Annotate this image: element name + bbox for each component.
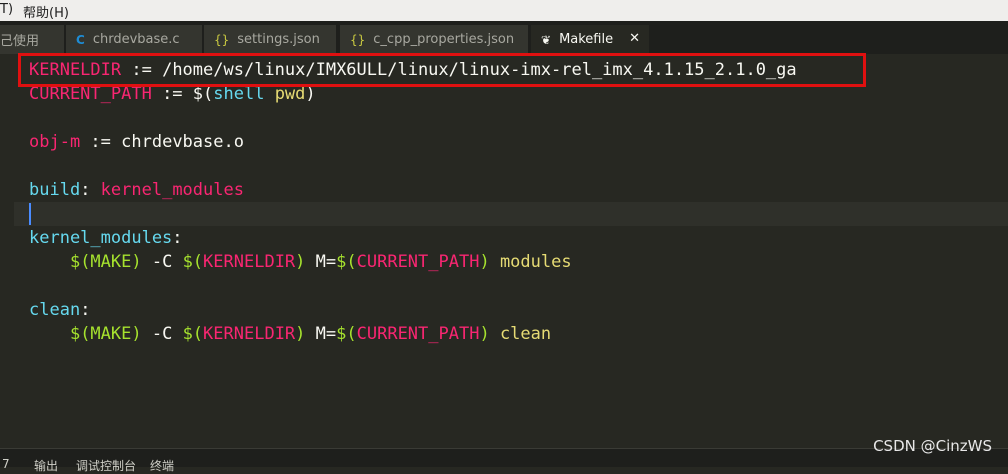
tab-chrdevbase[interactable]: C chrdevbase.c xyxy=(66,25,202,54)
dollar-paren: $( xyxy=(336,324,357,344)
tab-c-cpp-properties-label: c_cpp_properties.json xyxy=(373,32,515,47)
annotation-highlight-box xyxy=(18,53,866,87)
code-editor[interactable]: KERNELDIR := /home/ws/linux/IMX6ULL/linu… xyxy=(0,54,1008,448)
make-target-clean: clean xyxy=(489,324,552,344)
editor-gutter xyxy=(0,54,14,448)
tab-makefile-label: Makefile xyxy=(559,32,614,47)
ref-kerneldir: KERNELDIR xyxy=(203,324,296,344)
tab-settings-json[interactable]: {} settings.json xyxy=(204,25,336,54)
make-flag: -C xyxy=(141,324,183,344)
shell-function: shell xyxy=(213,84,265,104)
ref-kerneldir: KERNELDIR xyxy=(203,252,296,272)
ref-current-path: CURRENT_PATH xyxy=(356,252,480,272)
close-paren: ) xyxy=(295,324,306,344)
close-paren: ) xyxy=(479,252,490,272)
panel-tab-partial[interactable]: 7 xyxy=(2,457,10,471)
code-line-4: obj-m := chrdevbase.o xyxy=(29,130,244,154)
json-file-icon: {} xyxy=(214,32,230,47)
close-paren: ) xyxy=(305,84,316,104)
current-line-highlight xyxy=(14,202,1008,226)
var-current-path: CURRENT_PATH xyxy=(29,84,152,104)
dollar-paren: $( xyxy=(336,252,357,272)
code-line-9: kernel_modules: xyxy=(29,226,183,250)
dollar-paren: $( xyxy=(192,84,214,104)
target-colon: : xyxy=(80,180,101,200)
json-file-icon: {} xyxy=(350,32,366,47)
dollar-paren: $( xyxy=(182,324,204,344)
make-target-modules: modules xyxy=(489,252,572,272)
var-obj-m: obj-m xyxy=(29,132,81,152)
text-cursor xyxy=(29,203,31,225)
code-line-12: clean: xyxy=(29,298,90,322)
tab-partial[interactable]: 己使用 xyxy=(0,25,64,54)
watermark: CSDN @CinzWS xyxy=(873,437,992,455)
shell-arg: pwd xyxy=(264,84,306,104)
ref-current-path: CURRENT_PATH xyxy=(356,324,480,344)
code-line-10: $(MAKE) -C $(KERNELDIR) M=$(CURRENT_PATH… xyxy=(29,250,572,274)
make-var: $(MAKE) xyxy=(69,324,142,344)
close-paren: ) xyxy=(479,324,490,344)
target-clean: clean xyxy=(29,300,81,320)
menu-bar: T) 帮助(H) xyxy=(0,0,1008,21)
target-colon: : xyxy=(172,228,183,248)
assign-op: := xyxy=(80,132,122,152)
makefile-icon: ❦ xyxy=(541,32,552,47)
tab-makefile[interactable]: ❦ Makefile ✕ xyxy=(531,25,649,54)
bottom-panel-tabs: 7 输出 调试控制台 终端 xyxy=(0,448,1008,473)
c-file-icon: C xyxy=(76,32,85,47)
obj-value: chrdevbase.o xyxy=(121,132,244,152)
close-icon[interactable]: ✕ xyxy=(629,31,640,46)
tab-chrdevbase-label: chrdevbase.c xyxy=(92,32,180,47)
target-kernel-modules: kernel_modules xyxy=(29,228,173,248)
code-line-6: build: kernel_modules xyxy=(29,178,244,202)
menu-item-help[interactable]: 帮助(H) xyxy=(23,2,69,21)
make-flag: -C xyxy=(141,252,183,272)
build-dependency: kernel_modules xyxy=(100,180,244,200)
tab-bar: 己使用 C chrdevbase.c {} settings.json {} c… xyxy=(0,21,1008,54)
tab-c-cpp-properties[interactable]: {} c_cpp_properties.json xyxy=(340,25,528,54)
m-arg: M= xyxy=(305,252,337,272)
code-line-13: $(MAKE) -C $(KERNELDIR) M=$(CURRENT_PATH… xyxy=(29,322,551,346)
close-paren: ) xyxy=(295,252,306,272)
tab-partial-label: 己使用 xyxy=(0,34,40,49)
assign-op: := xyxy=(151,84,193,104)
menu-item-partial[interactable]: T) xyxy=(0,2,13,17)
make-var: $(MAKE) xyxy=(69,252,142,272)
m-arg: M= xyxy=(305,324,337,344)
tab-settings-json-label: settings.json xyxy=(237,32,320,47)
target-colon: : xyxy=(80,300,91,320)
dollar-paren: $( xyxy=(182,252,204,272)
target-build: build xyxy=(29,180,81,200)
